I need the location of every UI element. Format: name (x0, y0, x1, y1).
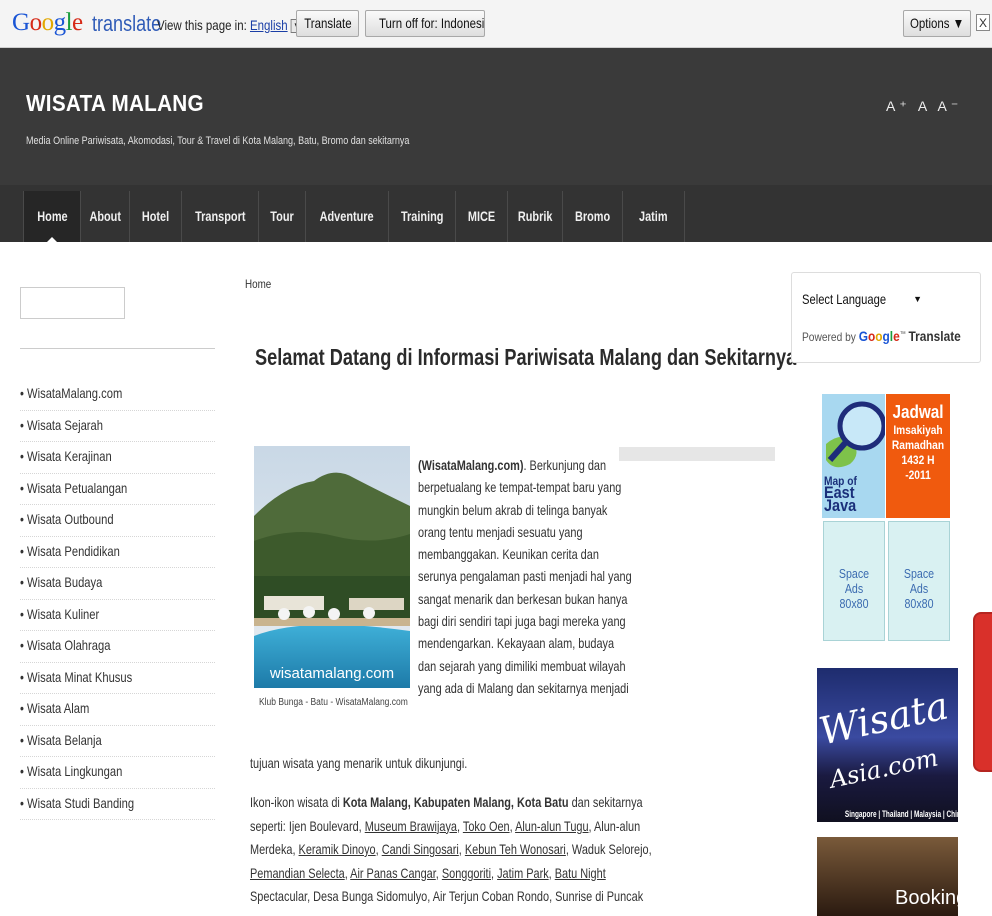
nav-hotel[interactable]: Hotel (129, 191, 181, 242)
nav-rubrik[interactable]: Rubrik (507, 191, 562, 242)
list-item[interactable]: • Wisata Studi Banding (20, 789, 215, 820)
link-songgoriti[interactable]: Songgoriti (442, 865, 491, 881)
text-line: bagi diri sendiri tapi juga bagi mereka … (418, 613, 626, 630)
image-caption: Klub Bunga - Batu - WisataMalang.com (259, 697, 408, 708)
breadcrumb[interactable]: Home (245, 277, 271, 291)
main-nav: Home About Hotel Transport Tour Adventur… (0, 185, 992, 242)
text-line: tujuan wisata yang menarik untuk dikunju… (250, 755, 468, 771)
nav-adventure[interactable]: Adventure (305, 191, 388, 242)
link-batu-night[interactable]: Batu Night (555, 865, 606, 881)
divider (20, 348, 215, 349)
nav-training[interactable]: Training (388, 191, 455, 242)
view-page-label: View this page in: (157, 17, 247, 33)
space-ad-slot[interactable]: Space Ads 80x80 (823, 521, 885, 641)
list-item[interactable]: • Wisata Pendidikan (20, 537, 215, 568)
list-item[interactable]: • Wisata Olahraga (20, 631, 215, 663)
nav-transport[interactable]: Transport (181, 191, 258, 242)
list-item[interactable]: • Wisata Petualangan (20, 474, 215, 505)
jadwal-imsakiyah-ad[interactable]: Jadwal Imsakiyah Ramadhan 1432 H -2011 (886, 394, 950, 518)
view-page-in: View this page in: English ▼ (157, 17, 303, 34)
language-select[interactable]: Select Language ▼ (802, 287, 928, 311)
image-watermark: wisatamalang.com (269, 665, 394, 682)
close-icon[interactable]: X (976, 14, 990, 31)
text-line: (WisataMalang.com). Berkunjung dan (418, 457, 607, 473)
search-input[interactable] (20, 287, 125, 319)
text-line: dan sejarah yang dimiliki membuat wilaya… (418, 657, 626, 674)
language-widget: Select Language ▼ Powered by Google™ Tran… (791, 272, 981, 363)
list-item[interactable]: • Wisata Budaya (20, 568, 215, 600)
link-pemandian-selecta[interactable]: Pemandian Selecta (250, 865, 345, 881)
google-logo: Google (12, 9, 83, 36)
nav-jatim[interactable]: Jatim (622, 191, 685, 242)
chevron-down-icon: ▼ (913, 294, 922, 304)
site-header: WISATA MALANG Media Online Pariwisata, A… (0, 48, 992, 185)
list-item[interactable]: • Wisata Lingkungan (20, 757, 215, 789)
nav-bromo[interactable]: Bromo (562, 191, 622, 242)
page-title: Selamat Datang di Informasi Pariwisata M… (255, 344, 797, 370)
article-paragraph: Ikon-ikon wisata di Kota Malang, Kabupat… (250, 794, 652, 904)
list-item[interactable]: • WisataMalang.com (20, 379, 215, 411)
site-description: Media Online Pariwisata, Akomodasi, Tour… (26, 135, 410, 147)
text-line: sangat menarik dan berkesan bukan hanya (418, 590, 628, 607)
nav-tour[interactable]: Tour (258, 191, 305, 242)
map-east-java-ad[interactable]: Map of East Java (822, 394, 885, 518)
text-line: yang ada di Malang dan sekitarnya menjad… (418, 679, 629, 696)
feedback-tab[interactable] (973, 612, 992, 772)
list-item[interactable]: • Wisata Sejarah (20, 411, 215, 442)
intro-text: (WisataMalang.com). Berkunjung dan berpe… (418, 454, 632, 699)
link-candi-singosari[interactable]: Candi Singosari (382, 841, 459, 857)
link-kebun-teh[interactable]: Kebun Teh Wonosari (465, 841, 566, 857)
space-ad-slot[interactable]: Space Ads 80x80 (888, 521, 950, 641)
language-link[interactable]: English (250, 17, 288, 33)
divider (619, 447, 775, 461)
link-keramik-dinoyo[interactable]: Keramik Dinoyo (299, 841, 376, 857)
list-item[interactable]: • Wisata Outbound (20, 505, 215, 537)
nav-home[interactable]: Home (23, 191, 80, 242)
link-jatim-park[interactable]: Jatim Park (497, 865, 549, 881)
text-line: serunya pengalaman pasti menjadi hal yan… (418, 568, 632, 585)
turn-off-button[interactable]: Turn off for: Indonesian (365, 10, 485, 37)
google-logo: Google (858, 328, 900, 344)
translate-label: translate (92, 11, 162, 36)
nav-mice[interactable]: MICE (455, 191, 507, 242)
text-line: mendengarkan. Kekayaan alam, budaya (418, 635, 615, 652)
text-line: mungkin belum akrab di telinga banyak (418, 501, 608, 518)
google-translate-bar: Google translate View this page in: Engl… (0, 0, 992, 48)
options-button[interactable]: Options ▼ (903, 10, 971, 37)
font-size-controls[interactable]: A⁺ A A⁻ (886, 98, 962, 115)
text-line: orang tentu menjadi sesuatu yang (418, 523, 583, 540)
site-title[interactable]: WISATA MALANG (26, 90, 204, 117)
list-item[interactable]: • Wisata Kerajinan (20, 442, 215, 474)
translate-button[interactable]: Translate (296, 10, 359, 37)
list-item[interactable]: • Wisata Alam (20, 694, 215, 726)
article-image: wisatamalang.com (254, 446, 410, 688)
category-list: • WisataMalang.com • Wisata Sejarah • Wi… (20, 379, 215, 820)
link-air-panas-cangar[interactable]: Air Panas Cangar (350, 865, 436, 881)
hotel-ad[interactable]: Booking (817, 837, 958, 916)
link-toko-oen[interactable]: Toko Oen (463, 818, 510, 834)
link-museum-brawijaya[interactable]: Museum Brawijaya (365, 818, 457, 834)
list-item[interactable]: • Wisata Belanja (20, 726, 215, 757)
powered-by: Powered by Google™ Translate (802, 328, 961, 344)
text-line: membanggakan. Keunikan cerita dan (418, 546, 599, 563)
nav-about[interactable]: About (80, 191, 129, 242)
list-item[interactable]: • Wisata Minat Khusus (20, 663, 215, 694)
wisata-asia-ad[interactable]: Wisata Asia.com Singapore | Thailand | Ma… (817, 668, 958, 822)
text-line: berpetualang ke tempat-tempat baru yang (418, 479, 622, 496)
list-item[interactable]: • Wisata Kuliner (20, 600, 215, 631)
link-alun-alun-tugu[interactable]: Alun-alun Tugu (515, 818, 588, 834)
